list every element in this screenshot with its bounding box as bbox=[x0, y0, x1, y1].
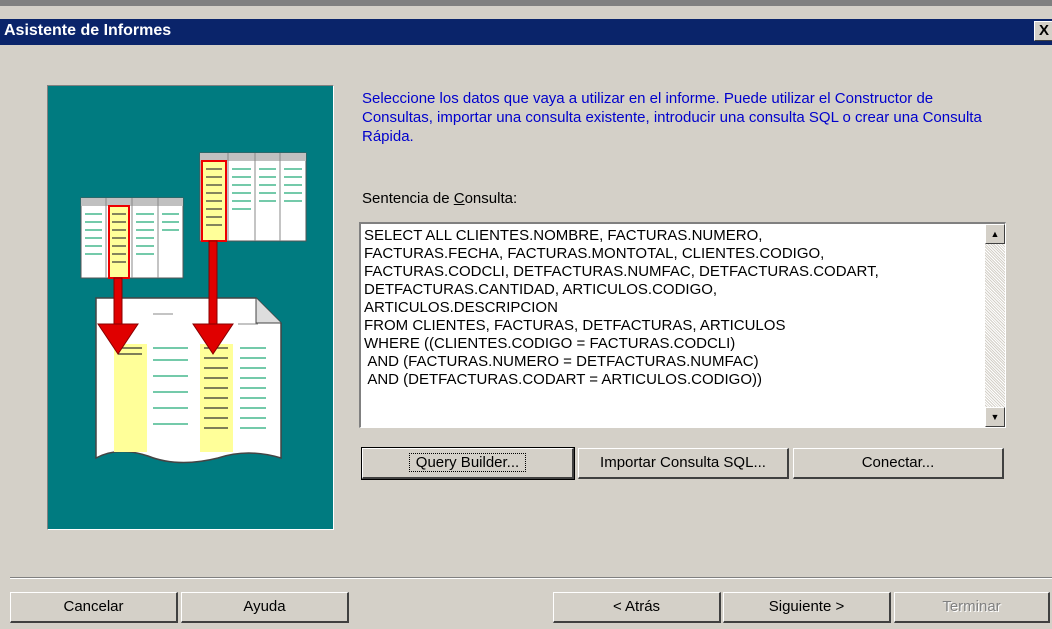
help-button[interactable]: Ayuda bbox=[181, 592, 349, 623]
scroll-down-arrow-icon[interactable]: ▼ bbox=[985, 407, 1005, 427]
connect-button[interactable]: Conectar... bbox=[793, 448, 1004, 479]
sql-query-text[interactable]: SELECT ALL CLIENTES.NOMBRE, FACTURAS.NUM… bbox=[364, 227, 979, 389]
wizard-description: Seleccione los datos que vaya a utilizar… bbox=[362, 90, 982, 145]
window-title: Asistente de Informes bbox=[4, 22, 172, 39]
sql-query-textarea[interactable]: SELECT ALL CLIENTES.NOMBRE, FACTURAS.NUM… bbox=[359, 222, 1006, 428]
cancel-button[interactable]: Cancelar bbox=[10, 592, 178, 623]
window-top-border-inner bbox=[0, 6, 1052, 8]
sql-statement-label: Sentencia de Consulta: bbox=[362, 190, 518, 207]
title-bar[interactable]: Asistente de Informes X bbox=[0, 19, 1052, 45]
back-button[interactable]: < Atrás bbox=[553, 592, 721, 623]
scroll-up-arrow-icon[interactable]: ▲ bbox=[985, 224, 1005, 244]
close-button[interactable]: X bbox=[1034, 21, 1052, 41]
footer-separator-highlight bbox=[10, 578, 1052, 579]
sql-vertical-scrollbar[interactable]: ▲ ▼ bbox=[985, 224, 1005, 427]
wizard-illustration bbox=[47, 85, 334, 530]
import-sql-button[interactable]: Importar Consulta SQL... bbox=[578, 448, 789, 479]
finish-button[interactable]: Terminar bbox=[894, 592, 1050, 623]
query-builder-button[interactable]: Query Builder... bbox=[361, 447, 575, 480]
tables-to-report-icon bbox=[80, 152, 307, 464]
next-button[interactable]: Siguiente > bbox=[723, 592, 891, 623]
